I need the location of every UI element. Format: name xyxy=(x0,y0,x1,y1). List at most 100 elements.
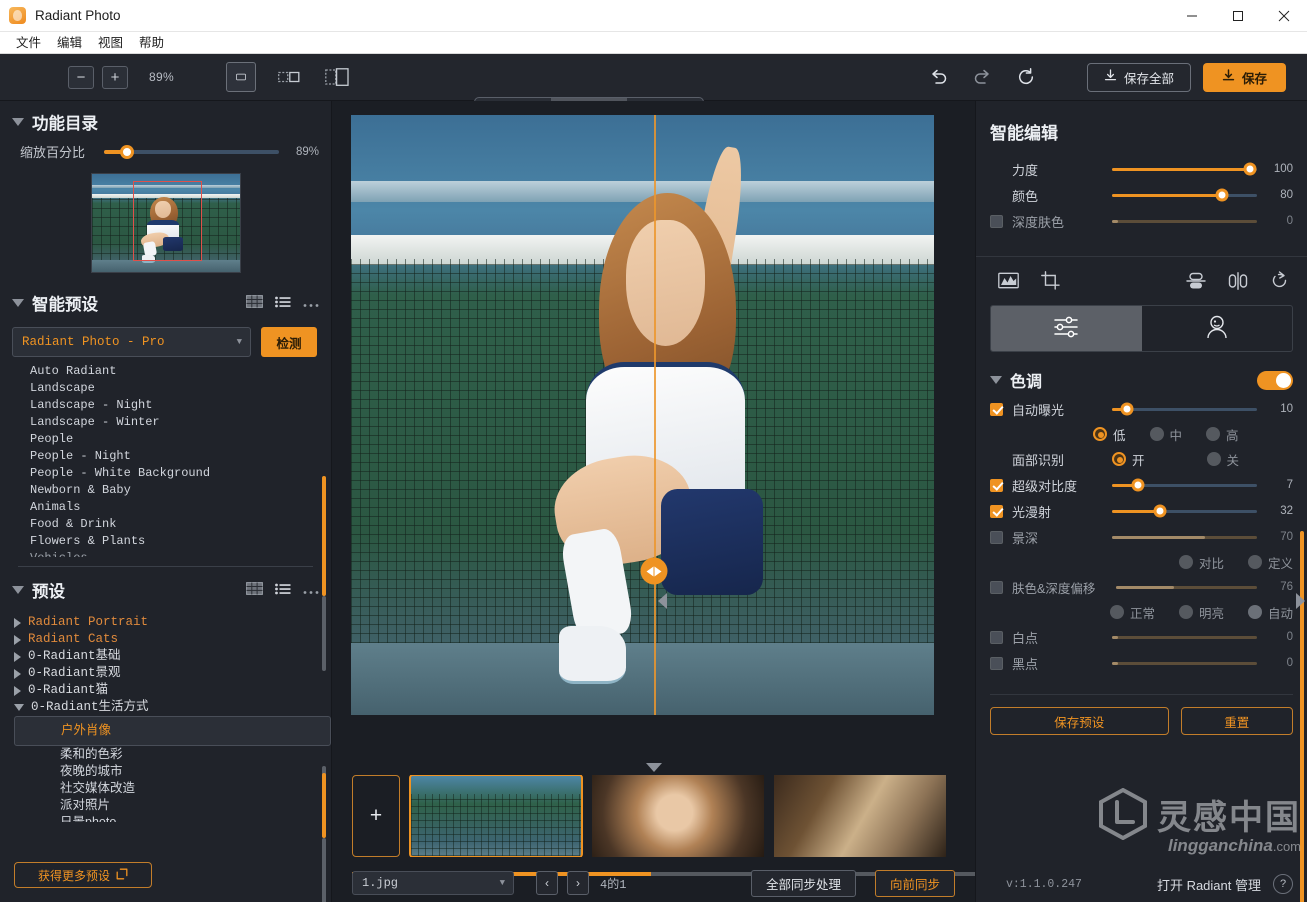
menu-help[interactable]: 帮助 xyxy=(131,32,172,54)
super-contrast-slider[interactable] xyxy=(1112,478,1257,492)
radio-normal[interactable]: 正常 xyxy=(1109,603,1155,622)
split-view-icon[interactable] xyxy=(274,65,304,89)
file-select[interactable]: 1.jpg ▼ xyxy=(352,871,514,895)
smart-preset-header[interactable]: 智能预设 xyxy=(0,273,331,321)
add-photo-button[interactable]: + xyxy=(352,775,400,857)
list-item[interactable]: Food & Drink xyxy=(30,516,331,533)
preset-item-day-photo[interactable]: 日景photo xyxy=(14,814,331,822)
minimize-icon[interactable] xyxy=(1169,0,1215,32)
flip-vertical-icon[interactable] xyxy=(1186,272,1206,293)
table-row[interactable] xyxy=(409,775,583,857)
preset-group-radiant-landscape[interactable]: 0-Radiant景观 xyxy=(14,665,331,682)
black-point-checkbox[interactable] xyxy=(990,656,1003,670)
smart-preset-select[interactable]: Radiant Photo - Pro ▼ xyxy=(12,327,251,357)
close-icon[interactable] xyxy=(1261,0,1307,32)
radio-definition[interactable]: 定义 xyxy=(1247,553,1293,572)
sync-all-button[interactable]: 全部同步处理 xyxy=(750,869,856,897)
presets-scroll-track-lower[interactable] xyxy=(322,838,326,902)
list-item[interactable]: Newborn & Baby xyxy=(30,482,331,499)
adjustments-tab[interactable] xyxy=(991,306,1142,351)
preset-group-radiant-lifestyle[interactable]: 0-Radiant生活方式 xyxy=(14,699,331,716)
preset-group-radiant-cats[interactable]: Radiant Cats xyxy=(14,631,331,648)
list-item[interactable]: Auto Radiant xyxy=(30,363,331,380)
table-row[interactable] xyxy=(592,775,764,857)
strength-slider[interactable] xyxy=(1112,162,1257,176)
radio-low[interactable]: 低 xyxy=(1093,425,1126,444)
depth-of-field-checkbox[interactable] xyxy=(990,530,1003,544)
zoom-out-button[interactable]: − xyxy=(68,65,94,89)
grid-view-icon[interactable] xyxy=(246,582,263,598)
preset-item-soft-colors[interactable]: 柔和的色彩 xyxy=(14,746,331,763)
save-all-button[interactable]: 保存全部 xyxy=(1086,62,1191,92)
grid-view-icon[interactable] xyxy=(246,295,263,311)
list-item[interactable]: Flowers & Plants xyxy=(30,533,331,550)
preset-group-radiant-cat[interactable]: 0-Radiant猫 xyxy=(14,682,331,699)
list-item[interactable]: Animals xyxy=(30,499,331,516)
help-icon[interactable]: ? xyxy=(1273,874,1293,894)
auto-exposure-checkbox[interactable] xyxy=(990,402,1003,416)
light-diffusion-checkbox[interactable] xyxy=(990,504,1003,518)
preset-item-social-media[interactable]: 社交媒体改造 xyxy=(14,780,331,797)
more-options-icon[interactable] xyxy=(303,583,319,598)
radio-face-off[interactable]: 关 xyxy=(1206,450,1239,469)
tone-section-toggle[interactable] xyxy=(1257,370,1293,390)
preset-item-outdoor-portrait[interactable]: 户外肖像 xyxy=(14,716,331,746)
get-more-presets-button[interactable]: 获得更多预设 xyxy=(14,862,152,888)
zoom-slider[interactable] xyxy=(104,144,279,159)
preset-group-radiant-basic[interactable]: 0-Radiant基础 xyxy=(14,648,331,665)
deep-skin-tone-checkbox[interactable] xyxy=(990,214,1003,228)
depth-of-field-slider[interactable] xyxy=(1112,535,1257,539)
skin-depth-offset-slider[interactable] xyxy=(1116,585,1257,589)
skin-depth-offset-checkbox[interactable] xyxy=(990,580,1003,594)
presets-header[interactable]: 预设 xyxy=(0,567,331,608)
list-item[interactable]: Landscape - Night xyxy=(30,397,331,414)
menu-edit[interactable]: 编辑 xyxy=(49,32,90,54)
chevron-down-icon[interactable] xyxy=(645,763,662,772)
list-item[interactable]: Landscape xyxy=(30,380,331,397)
list-view-icon[interactable] xyxy=(275,296,291,311)
collapse-left-icon[interactable] xyxy=(657,591,669,611)
flip-horizontal-icon[interactable] xyxy=(1228,271,1248,293)
white-point-checkbox[interactable] xyxy=(990,630,1003,644)
radio-bright[interactable]: 明亮 xyxy=(1178,603,1224,622)
super-contrast-checkbox[interactable] xyxy=(990,478,1003,492)
redo-icon[interactable] xyxy=(961,62,1005,92)
save-button[interactable]: 保存 xyxy=(1202,62,1286,92)
auto-exposure-slider[interactable] xyxy=(1112,402,1257,416)
radio-contrast[interactable]: 对比 xyxy=(1178,553,1224,572)
undo-icon[interactable] xyxy=(917,62,961,92)
menu-file[interactable]: 文件 xyxy=(8,32,49,54)
preset-group-radiant-portrait[interactable]: Radiant Portrait xyxy=(14,614,331,631)
split-drag-handle-icon[interactable] xyxy=(640,557,668,585)
deep-skin-tone-slider[interactable] xyxy=(1112,219,1257,223)
table-row[interactable] xyxy=(774,775,946,857)
color-slider[interactable] xyxy=(1112,188,1257,202)
detect-button[interactable]: 检测 xyxy=(261,327,317,357)
list-view-icon[interactable] xyxy=(275,583,291,598)
portrait-tab[interactable] xyxy=(1142,306,1293,351)
reset-icon[interactable] xyxy=(1005,62,1049,92)
radio-auto[interactable]: 自动 xyxy=(1247,603,1293,622)
next-photo-button[interactable]: › xyxy=(567,871,589,895)
more-options-icon[interactable] xyxy=(303,296,319,311)
list-item[interactable]: People - Night xyxy=(30,448,331,465)
preset-item-night-city[interactable]: 夜晚的城市 xyxy=(14,763,331,780)
list-item[interactable]: Vehicles xyxy=(30,550,331,557)
histogram-icon[interactable] xyxy=(998,272,1019,292)
list-item[interactable]: People - White Background xyxy=(30,465,331,482)
preset-item-party-photo[interactable]: 派对照片 xyxy=(14,797,331,814)
maximize-icon[interactable] xyxy=(1215,0,1261,32)
sync-forward-button[interactable]: 向前同步 xyxy=(874,869,955,897)
light-diffusion-slider[interactable] xyxy=(1112,504,1257,518)
radio-medium[interactable]: 中 xyxy=(1149,425,1182,444)
white-point-slider[interactable] xyxy=(1112,635,1257,639)
black-point-slider[interactable] xyxy=(1112,661,1257,665)
nav-section-header[interactable]: 功能目录 xyxy=(0,101,331,140)
zoom-in-button[interactable]: + xyxy=(102,65,128,89)
navigator-crop-box[interactable] xyxy=(132,180,203,262)
menu-view[interactable]: 视图 xyxy=(90,32,131,54)
save-preset-button[interactable]: 保存预设 xyxy=(990,707,1169,735)
tone-section-header[interactable]: 色调 xyxy=(976,352,1307,396)
single-view-icon[interactable] xyxy=(225,62,256,92)
rotate-icon[interactable] xyxy=(1270,271,1289,293)
